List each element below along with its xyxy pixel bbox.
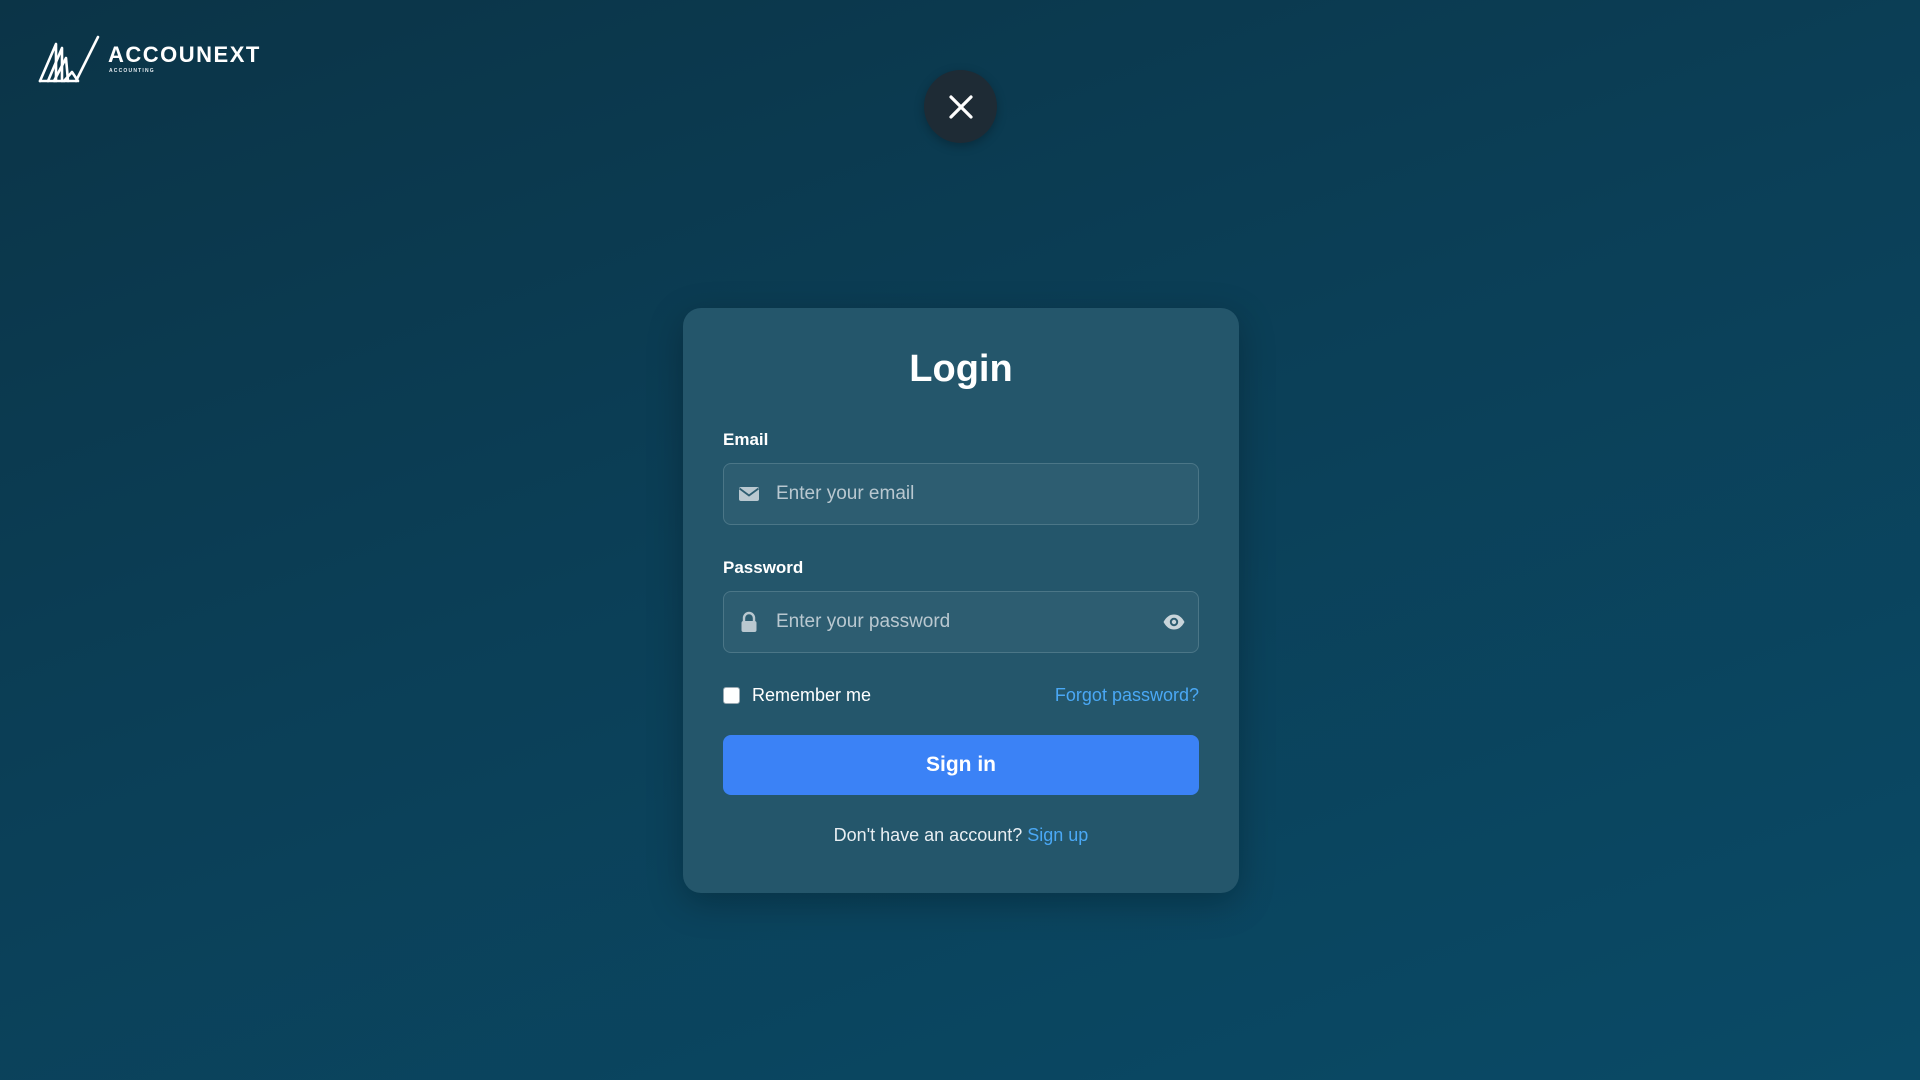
password-input[interactable] — [760, 592, 1162, 652]
brand-mark-icon — [38, 35, 100, 83]
email-input[interactable] — [760, 464, 1186, 524]
eye-icon[interactable] — [1162, 610, 1186, 634]
signup-prompt-row: Don't have an account? Sign up — [723, 825, 1199, 846]
login-card: Login Email Password Remember me Forgot … — [683, 308, 1239, 893]
email-field-wrapper — [723, 463, 1199, 525]
login-title: Login — [909, 348, 1013, 390]
sign-up-link[interactable]: Sign up — [1027, 825, 1088, 845]
password-field-wrapper — [723, 591, 1199, 653]
close-button[interactable] — [924, 70, 997, 143]
envelope-icon — [738, 487, 760, 501]
login-options-row: Remember me Forgot password? — [723, 683, 1199, 707]
remember-me-checkbox[interactable] — [723, 686, 740, 704]
password-label: Password — [723, 558, 804, 577]
forgot-password-link[interactable]: Forgot password? — [1055, 685, 1199, 706]
signup-prompt-text: Don't have an account? — [833, 825, 1023, 845]
remember-me-label[interactable]: Remember me — [752, 685, 871, 706]
email-label: Email — [723, 430, 769, 449]
brand-name: ACCOUNEXT — [108, 42, 261, 67]
remember-me: Remember me — [723, 685, 871, 706]
brand-subtitle: ACCOUNTING — [109, 68, 155, 74]
brand-logo: ACCOUNEXT ACCOUNTING — [38, 34, 261, 84]
close-icon — [948, 94, 973, 119]
lock-icon — [741, 611, 757, 632]
sign-in-button[interactable]: Sign in — [723, 735, 1199, 795]
